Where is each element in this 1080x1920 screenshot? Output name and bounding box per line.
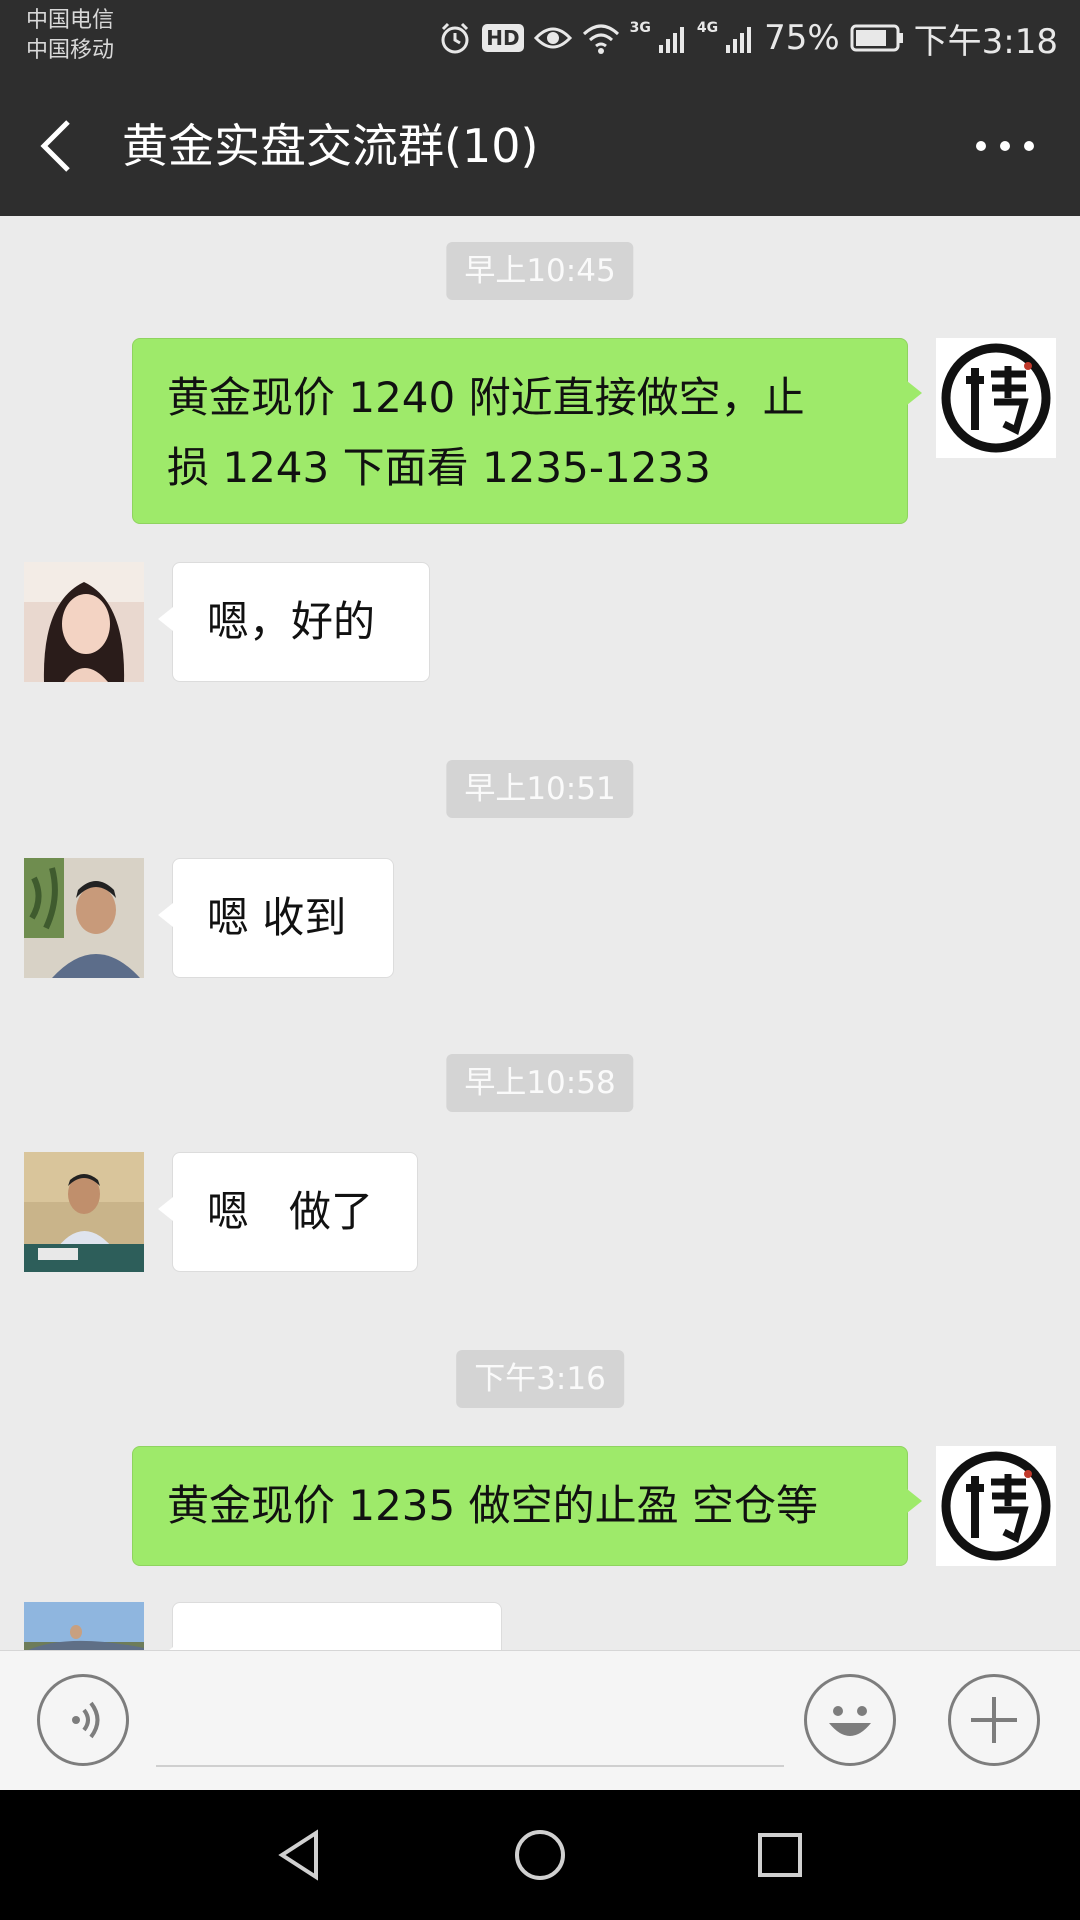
bo-logo-avatar[interactable] (936, 338, 1056, 458)
plus-button[interactable] (948, 1674, 1040, 1766)
chat-header: 黄金实盘交流群(10) (0, 76, 1080, 216)
message-line: 黄金现价 1240 附近直接做空，止 (167, 373, 805, 422)
chat-area[interactable]: 早上10:45 黄金现价 1240 附近直接做空，止 损 1243 下面看 12… (0, 216, 1080, 1650)
nav-recents-button[interactable] (750, 1825, 810, 1885)
signal-1-type: 3G (629, 20, 651, 36)
my-message-bubble[interactable]: 黄金现价 1235 做空的止盈 空仓等 (132, 1446, 922, 1566)
nav-back-button[interactable] (270, 1825, 330, 1885)
more-dots-icon (976, 141, 1034, 151)
carrier-2: 中国移动 (26, 38, 115, 63)
back-arrow-icon (40, 120, 70, 172)
man-plant-avatar[interactable] (24, 858, 144, 978)
nav-recents-icon (758, 1833, 802, 1877)
other-message-bubble[interactable] (158, 1602, 502, 1650)
emoji-icon (829, 1706, 871, 1736)
back-button[interactable] (30, 114, 90, 178)
input-bar (0, 1650, 1080, 1791)
timestamp: 早上10:51 (446, 760, 634, 818)
bo-logo-avatar[interactable] (936, 1446, 1056, 1566)
plus-icon (971, 1697, 1017, 1743)
battery-percent: 75% (764, 18, 840, 58)
other-message-bubble[interactable]: 嗯，好的 (158, 562, 430, 682)
my-message-bubble[interactable]: 黄金现价 1240 附近直接做空，止 损 1243 下面看 1235-1233 (132, 338, 922, 524)
woman-avatar[interactable] (24, 562, 144, 682)
battery-icon (850, 24, 903, 52)
carrier-info: 中国电信 中国移动 (26, 6, 114, 66)
signal-icon (658, 27, 684, 53)
emoji-button[interactable] (804, 1674, 896, 1766)
timestamp: 早上10:58 (446, 1054, 634, 1112)
wifi-icon (582, 24, 619, 54)
eye-icon (533, 27, 572, 49)
message-text: 黄金现价 1235 做空的止盈 空仓等 (167, 1481, 818, 1530)
landscape-avatar[interactable] (24, 1602, 144, 1650)
man-desk-photo (24, 1152, 144, 1272)
alarm-icon (441, 22, 469, 54)
other-message-bubble[interactable]: 嗯 收到 (158, 858, 394, 978)
signal-icon-2 (726, 27, 752, 53)
nav-home-icon (515, 1830, 565, 1880)
voice-button[interactable] (37, 1674, 129, 1766)
status-bar: 中国电信 中国移动 HD 3G 4G 75% 下午3:18 (0, 0, 1080, 76)
navigation-bar (0, 1790, 1080, 1920)
carrier-1: 中国电信 (26, 8, 115, 33)
bo-logo-icon (941, 1451, 1051, 1561)
message-text: 嗯，好的 (207, 597, 376, 646)
nav-home-button[interactable] (510, 1825, 570, 1885)
man-desk-avatar[interactable] (24, 1152, 144, 1272)
status-time: 下午3:18 (913, 21, 1058, 62)
message-input[interactable] (156, 1691, 784, 1767)
status-icons: HD 3G 4G 75% 下午3:18 (438, 14, 1058, 62)
other-message-bubble[interactable]: 嗯 做了 (158, 1152, 418, 1272)
hd-icon: HD (482, 24, 524, 52)
man-plant-photo (24, 858, 144, 978)
bo-logo-icon (941, 343, 1051, 453)
nav-back-icon (278, 1829, 318, 1881)
signal-2-type: 4G (696, 20, 719, 36)
timestamp: 下午3:16 (456, 1350, 624, 1408)
landscape-photo (24, 1602, 144, 1650)
chat-title: 黄金实盘交流群(10) (122, 119, 539, 173)
message-text: 嗯 收到 (207, 893, 347, 942)
woman-photo (24, 562, 144, 682)
voice-icon (72, 1701, 100, 1739)
message-text: 嗯 做了 (207, 1187, 374, 1236)
timestamp: 早上10:45 (446, 242, 634, 300)
more-button[interactable] (970, 124, 1040, 168)
message-line: 损 1243 下面看 1235-1233 (167, 443, 711, 492)
